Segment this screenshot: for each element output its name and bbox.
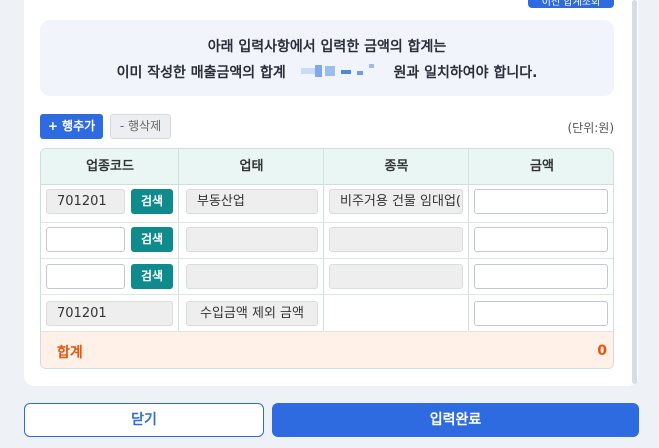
complete-button[interactable]: 입력완료 xyxy=(272,403,639,437)
previous-total-button[interactable]: 이전 합계조회 xyxy=(528,0,614,8)
amount-input[interactable] xyxy=(474,189,608,214)
search-button[interactable]: 검색 xyxy=(131,189,173,214)
total-value: 0 xyxy=(597,343,607,359)
amount-input[interactable] xyxy=(474,227,608,252)
table-header-row: 업종코드 업태 종목 금액 xyxy=(41,149,613,185)
excluded-amount-label: 수입금액 제외 금액 xyxy=(186,301,318,326)
masked-amount xyxy=(300,64,375,78)
industry-table: 업종코드 업태 종목 금액 701201 검색 부동산업 비주거용 건물 임대업… xyxy=(40,148,614,369)
unit-label: (단위:원) xyxy=(567,121,614,135)
header-business-type: 업태 xyxy=(239,159,264,174)
total-label: 합계 xyxy=(57,345,83,361)
business-type-field xyxy=(186,264,318,289)
amount-input[interactable] xyxy=(474,264,608,289)
notice-box: 아래 입력사항에서 입력한 금액의 합계는 이미 작성한 매출금액의 합계 원과… xyxy=(40,20,614,96)
notice-line-1: 아래 입력사항에서 입력한 금액의 합계는 xyxy=(207,39,447,55)
item-field xyxy=(329,264,463,289)
scrollbar[interactable] xyxy=(632,0,637,384)
item-field xyxy=(329,227,463,252)
header-industry-code: 업종코드 xyxy=(86,159,134,174)
industry-code-field: 701201 xyxy=(46,189,125,214)
amount-input[interactable] xyxy=(474,301,608,326)
notice-line-2-prefix: 이미 작성한 매출금액의 합계 xyxy=(116,65,286,81)
industry-code-field: 701201 xyxy=(46,301,173,326)
business-type-field: 부동산업 xyxy=(186,189,318,214)
search-button[interactable]: 검색 xyxy=(131,264,173,289)
search-button[interactable]: 검색 xyxy=(131,227,173,252)
header-amount: 금액 xyxy=(530,159,554,174)
header-item: 종목 xyxy=(384,159,409,174)
industry-code-input[interactable] xyxy=(46,227,125,252)
business-type-field xyxy=(186,227,318,252)
item-field: 비주거용 건물 임대업( xyxy=(329,189,463,214)
industry-code-input[interactable] xyxy=(46,264,125,289)
add-row-button[interactable]: + 행추가 xyxy=(40,114,103,139)
close-button[interactable]: 닫기 xyxy=(24,403,264,437)
notice-line-2: 이미 작성한 매출금액의 합계 원과 일치하여야 합니다. xyxy=(40,62,614,82)
total-row: 합계 0 xyxy=(41,332,613,368)
notice-line-2-suffix: 원과 일치하여야 합니다. xyxy=(393,65,538,81)
delete-row-button[interactable]: - 행삭제 xyxy=(110,114,171,139)
